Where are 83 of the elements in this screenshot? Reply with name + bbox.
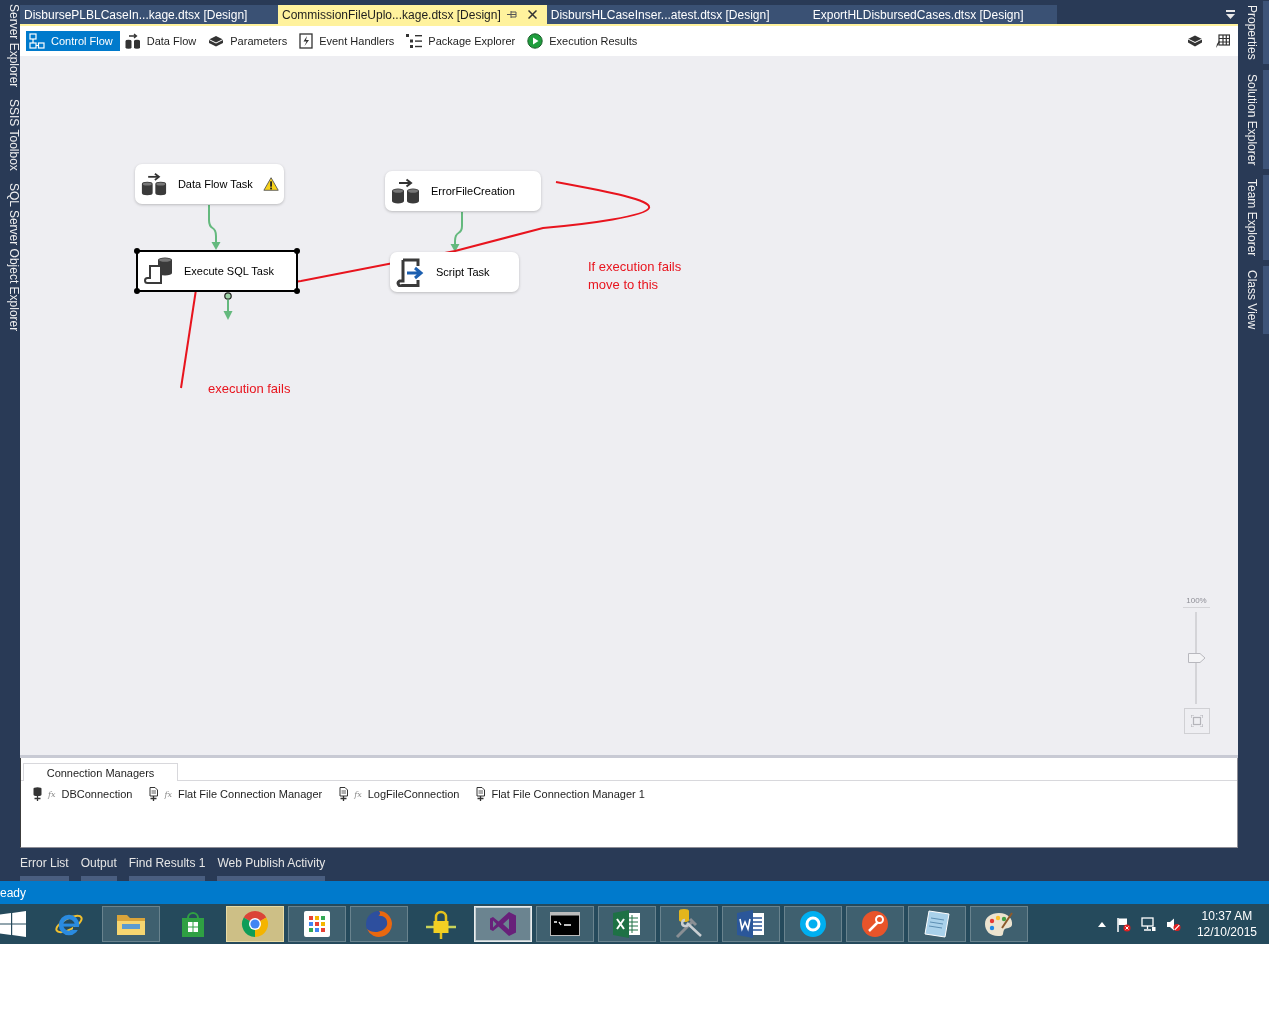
document-tab[interactable]: DisbursePLBLCaseIn...kage.dtsx [Design] xyxy=(20,5,278,24)
network-icon[interactable] xyxy=(1140,916,1156,932)
zoom-level-label: 100% xyxy=(1183,596,1210,608)
task-node[interactable]: ErrorFileCreation xyxy=(385,171,541,211)
ring-disc-icon xyxy=(799,910,827,938)
tool-window-tab[interactable]: SSIS Toolbox xyxy=(0,99,20,172)
connector-arrow[interactable] xyxy=(450,211,463,252)
connection-managers-tab[interactable]: Connection Managers xyxy=(23,763,178,781)
resize-handle[interactable] xyxy=(134,248,140,254)
task-name: ErrorFileCreation xyxy=(431,185,515,197)
tab-overflow-dropdown-icon[interactable] xyxy=(1226,10,1235,19)
clock-time[interactable]: 10:37 AM xyxy=(1201,908,1253,924)
tool-window-tab[interactable]: Properties xyxy=(1245,1,1269,64)
cylinders-arrow-icon xyxy=(124,33,141,49)
connection-manager-name[interactable]: Flat File Connection Manager xyxy=(177,788,323,800)
resize-handle[interactable] xyxy=(134,288,140,294)
resize-handle[interactable] xyxy=(294,288,300,294)
document-icon xyxy=(737,910,765,938)
terminal-icon xyxy=(550,912,580,936)
task-node[interactable]: Data Flow Task xyxy=(135,164,284,204)
notepad-icon xyxy=(923,910,951,938)
cylinders-arrow-icon xyxy=(391,178,421,204)
document-tab[interactable]: DisbursHLCaseInser...atest.dtsx [Design] xyxy=(546,5,807,24)
start-logo-icon xyxy=(0,911,26,937)
tool-window-tab[interactable]: SQL Server Object Explorer xyxy=(0,183,20,332)
tool-window-tab[interactable]: Class View xyxy=(1245,266,1269,334)
fit-frame-icon xyxy=(1190,715,1203,727)
key-disc-icon xyxy=(861,910,889,938)
spreadsheet-icon xyxy=(613,910,641,938)
bowtie-logo-icon xyxy=(489,910,517,938)
task-name: Script Task xyxy=(436,266,490,278)
tree-list-icon xyxy=(406,33,423,49)
flag-icon[interactable] xyxy=(1115,916,1131,932)
designer-tab[interactable]: Event Handlers xyxy=(296,31,402,51)
output-connector-arrow[interactable] xyxy=(223,292,233,320)
expression-label: fx xyxy=(48,789,56,799)
expression-label: fx xyxy=(354,789,362,799)
chevron-up-icon[interactable] xyxy=(1097,921,1106,927)
file-plug-icon xyxy=(339,787,349,801)
close-icon[interactable] xyxy=(527,10,537,19)
task-node[interactable]: Script Task xyxy=(390,252,519,292)
padlock-icon xyxy=(425,909,457,939)
tool-window-tab[interactable]: Server Explorer xyxy=(0,4,20,88)
app-grid-icon xyxy=(304,911,330,937)
task-node[interactable]: Execute SQL Task xyxy=(136,250,298,292)
file-plug-icon xyxy=(149,787,159,801)
zoom-slider-thumb[interactable] xyxy=(1187,653,1206,663)
designer-tab[interactable]: Control Flow xyxy=(26,31,120,51)
connection-manager-name[interactable]: LogFileConnection xyxy=(367,788,460,800)
annotation-text: execution fails xyxy=(208,380,291,398)
designer-tab[interactable]: Data Flow xyxy=(121,31,204,51)
designer-tab[interactable]: Execution Results xyxy=(524,31,645,51)
swirl-globe-icon xyxy=(365,910,393,938)
annotation-text: If execution fails move to this xyxy=(588,258,682,294)
status-text: eady xyxy=(0,885,27,900)
play-circle-icon xyxy=(527,33,544,49)
designer-tab[interactable]: Parameters xyxy=(205,31,295,51)
puck-icon xyxy=(208,33,225,49)
palette-icon xyxy=(984,910,1014,938)
expression-label: fx xyxy=(164,789,172,799)
flow-boxes-icon xyxy=(29,33,45,49)
clock-date[interactable]: 12/10/2015 xyxy=(1196,924,1257,940)
speaker-muted-icon[interactable] xyxy=(1165,916,1181,932)
database-scroll-icon xyxy=(144,256,174,286)
designer-tab[interactable]: Package Explorer xyxy=(403,31,523,51)
resize-handle[interactable] xyxy=(294,248,300,254)
scroll-arrow-icon xyxy=(396,257,426,287)
file-plug-icon xyxy=(476,787,486,801)
tool-window-tab[interactable]: Team Explorer xyxy=(1245,175,1269,261)
puck-icon[interactable] xyxy=(1187,34,1203,48)
document-tab[interactable]: ExportHLDisbursedCases.dtsx [Design] xyxy=(806,5,1057,24)
tool-window-tab[interactable]: Solution Explorer xyxy=(1245,69,1269,170)
connection-manager-name[interactable]: DBConnection xyxy=(61,788,133,800)
connection-manager-name[interactable]: Flat File Connection Manager 1 xyxy=(491,788,645,800)
segmented-circle-icon xyxy=(241,910,269,938)
task-name: Data Flow Task xyxy=(177,178,253,190)
table-edit-icon[interactable] xyxy=(1215,33,1230,49)
task-name: Execute SQL Task xyxy=(184,265,274,277)
database-plug-icon xyxy=(33,787,42,801)
shopping-bag-icon xyxy=(180,910,206,938)
document-tab[interactable]: CommissionFileUplo...kage.dtsx [Design] xyxy=(278,5,547,24)
lightning-document-icon xyxy=(299,33,314,49)
cylinders-arrow-icon xyxy=(141,171,168,197)
